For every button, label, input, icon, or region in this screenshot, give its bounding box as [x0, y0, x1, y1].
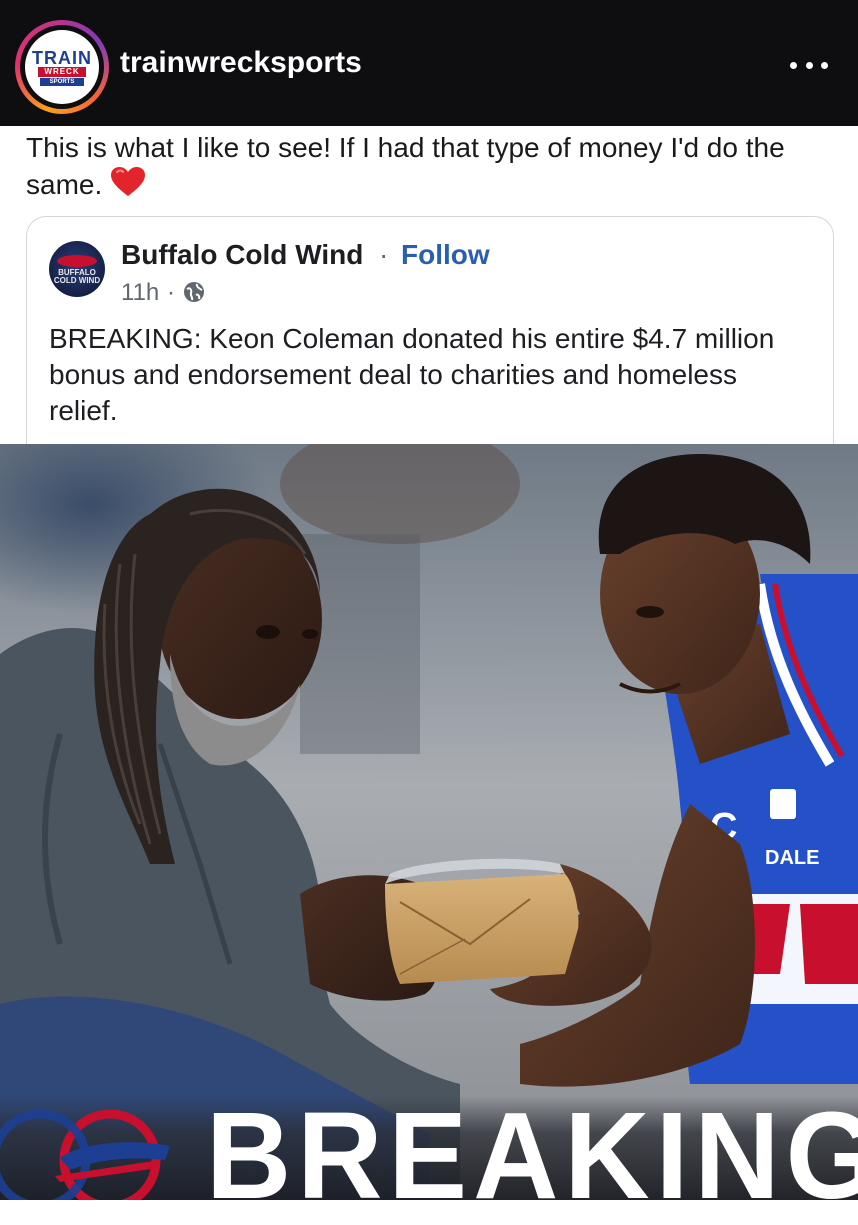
follow-button[interactable]: Follow — [401, 239, 490, 271]
post-header: TRAIN WRECK SPORTS trainwrecksports — [0, 0, 858, 126]
username[interactable]: trainwrecksports — [120, 46, 362, 80]
embedded-post-card[interactable]: BUFFALO COLD WIND Buffalo Cold Wind · Fo… — [26, 216, 834, 457]
separator-dot: · — [379, 239, 389, 270]
post-timestamp[interactable]: 11h — [121, 279, 159, 307]
embedded-post-text: BREAKING: Keon Coleman donated his entir… — [49, 323, 775, 426]
jersey-text: DALE — [765, 847, 819, 869]
bills-logo — [0, 1098, 200, 1211]
breaking-text: BREAKING — [206, 1086, 858, 1225]
trainwreck-logo: TRAIN WRECK SPORTS — [25, 30, 99, 104]
more-horizontal-icon[interactable] — [790, 55, 828, 75]
page-name[interactable]: Buffalo Cold Wind — [121, 239, 363, 271]
page-avatar[interactable]: BUFFALO COLD WIND — [49, 241, 105, 297]
post-caption: This is what I like to see! If I had tha… — [26, 130, 836, 207]
globe-icon — [183, 281, 205, 308]
profile-avatar[interactable]: TRAIN WRECK SPORTS — [15, 20, 109, 114]
heart-icon — [110, 166, 146, 207]
time-separator: · — [167, 279, 175, 306]
